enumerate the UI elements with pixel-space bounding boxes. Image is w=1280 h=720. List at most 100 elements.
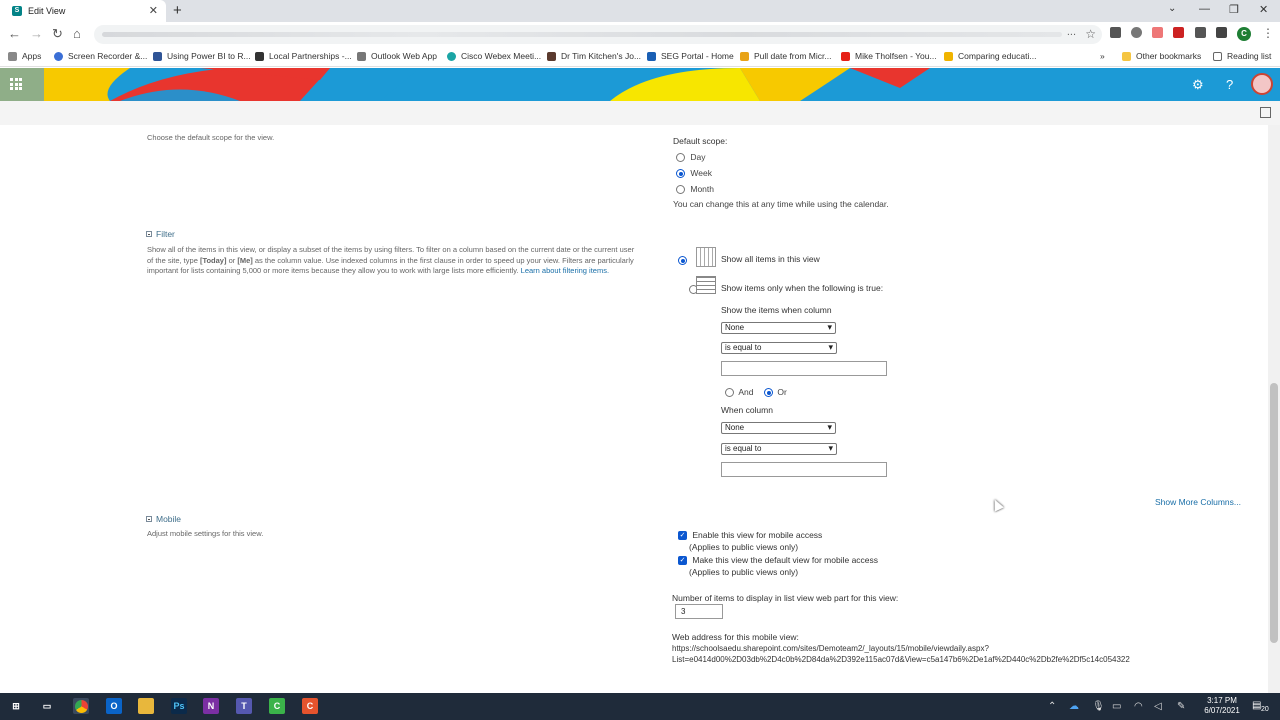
radio-show-all[interactable] (678, 256, 687, 266)
forward-icon[interactable]: → (30, 26, 43, 41)
mobile-address-line-2[interactable]: List=e0414d00%2D03db%2D4c0b%2D84da%2D392… (672, 655, 1130, 664)
bookmark-item[interactable]: Apps (8, 51, 41, 61)
extension-icon-3[interactable] (1152, 27, 1163, 38)
camera-icon[interactable] (1131, 27, 1142, 38)
radio-and[interactable] (725, 388, 734, 398)
bookmark-item[interactable]: Outlook Web App (357, 51, 437, 61)
onenote-icon[interactable]: N (203, 698, 219, 714)
bookmarks-bar: Apps Screen Recorder &... Using Power BI… (0, 46, 1280, 67)
scope-option-month[interactable]: Month (676, 184, 714, 195)
filter-column-2-select[interactable]: None (721, 422, 836, 434)
filter-column-1-select[interactable]: None (721, 322, 836, 334)
show-when-label: Show the items when column (721, 305, 832, 315)
volume-icon[interactable]: ◁ (1154, 701, 1162, 712)
back-icon[interactable]: ← (8, 26, 21, 41)
show-filtered-label: Show items only when the following is tr… (721, 283, 884, 293)
scrollbar-thumb[interactable] (1270, 383, 1278, 643)
wifi-icon[interactable]: ◠ (1134, 701, 1143, 712)
chrome-menu-icon[interactable]: ⋮ (1262, 26, 1274, 40)
battery-icon[interactable]: ▭ (1112, 701, 1121, 712)
camtasia-recorder-icon[interactable]: C (302, 698, 318, 714)
browser-toolbar: ← → ↻ ⌂ ... ☆ (0, 22, 1280, 46)
file-explorer-icon[interactable] (138, 698, 154, 714)
bookmark-item[interactable]: Using Power BI to R... (153, 51, 251, 61)
page-scrollbar[interactable] (1268, 125, 1280, 693)
enable-mobile-checkbox[interactable]: ✓ (678, 531, 687, 541)
show-more-columns-link[interactable]: Show More Columns... (1155, 497, 1241, 507)
camtasia-green-icon[interactable]: C (269, 698, 285, 714)
mobile-address-line-1[interactable]: https://schoolsaedu.sharepoint.com/sites… (672, 644, 989, 653)
system-clock[interactable]: 3:17 PM 6/07/2021 (1200, 696, 1244, 716)
bookmark-item[interactable]: Screen Recorder &... (54, 51, 147, 61)
photoshop-icon[interactable]: Ps (171, 698, 187, 714)
bookmark-item[interactable]: Comparing educati... (944, 51, 1036, 61)
task-view-icon[interactable]: ▭ (39, 698, 55, 714)
bookmark-star-icon[interactable]: ☆ (1085, 27, 1096, 41)
default-mobile-checkbox[interactable]: ✓ (678, 556, 687, 566)
filter-operator-2-select[interactable]: is equal to (721, 443, 837, 455)
minimize-button[interactable]: — (1199, 3, 1210, 15)
bookmarks-overflow-icon[interactable]: » (1100, 51, 1105, 61)
chrome-profile-avatar[interactable]: C (1237, 27, 1251, 41)
bookmark-item[interactable]: SEG Portal - Home (647, 51, 734, 61)
teams-icon[interactable]: T (236, 698, 252, 714)
window-close-button[interactable]: ✕ (1259, 3, 1268, 16)
when-column-label: When column (721, 405, 773, 415)
reading-list[interactable]: Reading list (1213, 51, 1271, 61)
puzzle-icon[interactable] (1195, 27, 1206, 38)
bookmark-item[interactable]: Pull date from Micr... (740, 51, 831, 61)
close-tab-icon[interactable]: ✕ (149, 4, 158, 17)
bookmark-item[interactable]: Mike Tholfsen - You... (841, 51, 937, 61)
windows-start-icon[interactable]: ⊞ (8, 698, 24, 714)
mobile-section-header[interactable]: Mobile (146, 514, 181, 524)
tab-search-icon[interactable]: ⌄ (1168, 3, 1176, 14)
enable-mobile-option[interactable]: ✓ Enable this view for mobile access (678, 530, 822, 541)
mobile-description: Adjust mobile settings for this view. (147, 529, 264, 538)
or-option[interactable]: Or (764, 387, 787, 398)
extension-icon-1[interactable] (1110, 27, 1121, 38)
help-icon[interactable]: ? (1226, 77, 1233, 92)
reload-icon[interactable]: ↻ (52, 26, 63, 42)
banner-graphic (0, 68, 1280, 101)
settings-gear-icon[interactable]: ⚙ (1192, 77, 1204, 93)
address-bar[interactable]: ... ☆ (94, 25, 1102, 44)
radio-or[interactable] (764, 388, 773, 398)
filter-section-header[interactable]: Filter (146, 229, 175, 239)
filter-value-1-input[interactable] (721, 361, 887, 376)
focus-mode-icon[interactable] (1260, 107, 1271, 118)
collapse-icon (146, 231, 152, 237)
chrome-taskbar-icon[interactable] (73, 698, 89, 714)
default-mobile-option[interactable]: ✓ Make this view the default view for mo… (678, 555, 878, 566)
radio-month[interactable] (676, 185, 685, 195)
notification-count: 20 (1261, 706, 1269, 713)
maximize-button[interactable]: ❐ (1229, 3, 1239, 16)
onedrive-icon[interactable]: ☁ (1069, 701, 1079, 712)
tray-overflow-icon[interactable]: ⌃ (1048, 701, 1056, 712)
reading-mode-icon[interactable] (1216, 27, 1227, 38)
items-count-input[interactable]: 3 (675, 604, 723, 619)
show-all-label: Show all items in this view (721, 254, 820, 264)
bookmark-item[interactable]: Local Partnerships -... (255, 51, 352, 61)
bookmark-item[interactable]: Dr Tim Kitchen's Jo... (547, 51, 641, 61)
pen-icon[interactable]: ✎ (1177, 701, 1185, 712)
other-bookmarks[interactable]: Other bookmarks (1122, 51, 1201, 61)
scope-option-day[interactable]: Day (676, 152, 706, 163)
app-launcher-button[interactable] (0, 68, 44, 101)
extension-icon-4[interactable] (1173, 27, 1184, 38)
new-tab-button[interactable]: + (173, 2, 182, 19)
bookmark-item[interactable]: Cisco Webex Meeti... (447, 51, 541, 61)
filter-value-2-input[interactable] (721, 462, 887, 477)
clock-date: 6/07/2021 (1204, 706, 1240, 715)
radio-week[interactable] (676, 169, 685, 179)
home-icon[interactable]: ⌂ (73, 26, 81, 41)
filter-operator-1-select[interactable]: is equal to (721, 342, 837, 354)
and-option[interactable]: And (725, 387, 754, 398)
scope-option-week[interactable]: Week (676, 168, 712, 179)
tab-edit-view[interactable]: S Edit View ✕ (0, 0, 166, 22)
command-bar (0, 101, 1280, 125)
radio-day[interactable] (676, 153, 685, 163)
user-avatar[interactable] (1251, 73, 1273, 95)
outlook-icon[interactable]: O (106, 698, 122, 714)
microphone-icon[interactable]: 🎙 (1092, 701, 1105, 712)
learn-filtering-link[interactable]: Learn about filtering items. (521, 266, 609, 275)
